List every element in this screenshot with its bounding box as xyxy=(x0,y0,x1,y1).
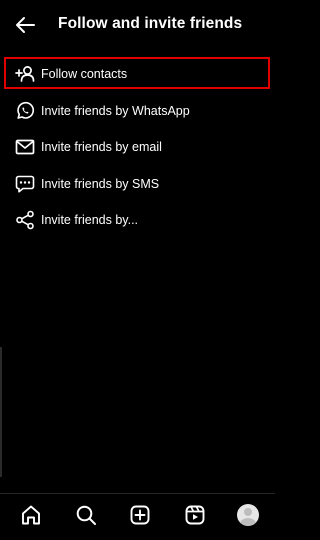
search-icon xyxy=(76,505,96,525)
menu-item-label: Invite friends by SMS xyxy=(41,176,160,191)
menu-item-label: Follow contacts xyxy=(41,67,128,82)
back-button[interactable] xyxy=(12,12,38,38)
add-person-icon xyxy=(15,64,35,84)
nav-home-button[interactable] xyxy=(19,503,43,527)
share-icon xyxy=(15,210,35,230)
menu-item-invite-email[interactable]: Invite friends by email xyxy=(0,129,275,166)
home-icon xyxy=(22,505,40,525)
profile-avatar xyxy=(237,504,259,526)
reels-icon xyxy=(185,505,205,525)
menu-item-invite-other[interactable]: Invite friends by... xyxy=(0,202,275,239)
create-icon xyxy=(130,505,150,525)
menu-item-label: Invite friends by... xyxy=(41,213,139,228)
app-header: Follow and invite friends xyxy=(0,0,275,48)
menu-item-follow-contacts[interactable]: Follow contacts xyxy=(0,56,275,93)
page-title: Follow and invite friends xyxy=(58,15,243,32)
scroll-indicator xyxy=(0,347,2,477)
mail-icon xyxy=(15,137,35,157)
nav-search-button[interactable] xyxy=(74,503,98,527)
whatsapp-icon xyxy=(15,101,35,121)
arrow-left-icon xyxy=(16,17,35,33)
bottom-navigation xyxy=(0,493,275,540)
nav-profile-button[interactable] xyxy=(236,503,260,527)
menu-item-label: Invite friends by email xyxy=(41,140,162,155)
sms-icon xyxy=(15,174,35,194)
menu-item-invite-whatsapp[interactable]: Invite friends by WhatsApp xyxy=(0,93,275,130)
nav-reels-button[interactable] xyxy=(183,503,207,527)
invite-menu: Follow contacts Invite friends by WhatsA… xyxy=(0,56,275,239)
menu-item-invite-sms[interactable]: Invite friends by SMS xyxy=(0,166,275,203)
nav-create-button[interactable] xyxy=(128,503,152,527)
menu-item-label: Invite friends by WhatsApp xyxy=(41,103,190,118)
